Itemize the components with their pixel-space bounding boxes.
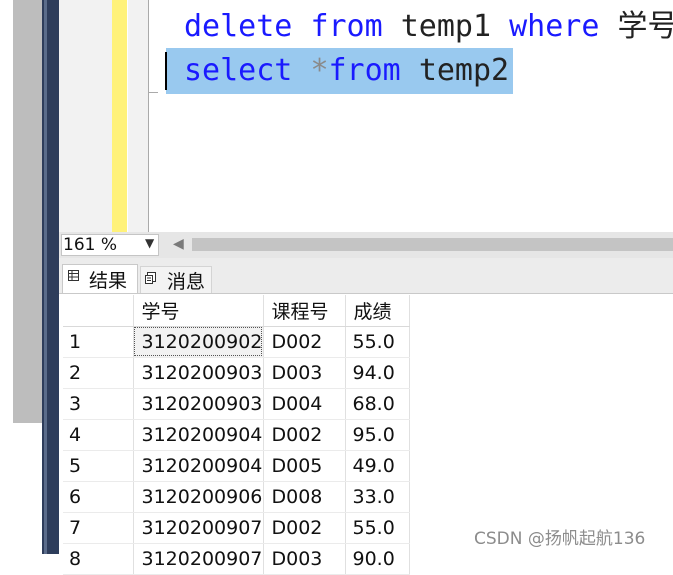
change-tracking-bar — [112, 0, 127, 232]
grid-cell[interactable]: 3120200906 — [133, 481, 263, 512]
grid-cell[interactable]: 3120200904 — [133, 450, 263, 481]
row-header-corner[interactable] — [63, 295, 133, 326]
grid-cell[interactable]: 94.0 — [345, 357, 409, 388]
side-panel-gap — [13, 423, 42, 554]
tab-messages-label: 消息 — [167, 267, 205, 294]
code-outline-tick — [148, 92, 158, 93]
grid-cell[interactable]: 90.0 — [345, 543, 409, 574]
grid-header-row: 学号 课程号 成绩 — [63, 295, 409, 326]
grid-cell[interactable]: 3120200904 — [133, 419, 263, 450]
grid-cell[interactable]: 95.0 — [345, 419, 409, 450]
grid-cell[interactable]: D005 — [263, 450, 345, 481]
grid-cell[interactable]: 3120200903 — [133, 388, 263, 419]
column-name: 学号 — [618, 9, 673, 44]
table-name: temp2 — [419, 53, 509, 88]
keyword-from: from — [310, 9, 382, 44]
code-line-2[interactable]: select *from temp2 — [184, 49, 509, 93]
table-row[interactable]: 6 3120200906 D008 33.0 — [63, 481, 409, 512]
results-grid: 学号 课程号 成绩 1 3120200902 D002 55.0 2 31202… — [63, 295, 410, 575]
grid-cell[interactable]: D003 — [263, 543, 345, 574]
message-icon — [145, 272, 156, 284]
zoom-level: 161 % — [63, 235, 117, 255]
vertical-divider-highlight — [44, 0, 47, 554]
table-row[interactable]: 2 3120200903 D003 94.0 — [63, 357, 409, 388]
grid-cell[interactable]: 49.0 — [345, 450, 409, 481]
text-caret — [165, 52, 167, 90]
horizontal-scrollbar-thumb[interactable] — [192, 238, 673, 251]
column-header-score[interactable]: 成绩 — [345, 295, 409, 326]
grid-cell[interactable]: D008 — [263, 481, 345, 512]
row-number[interactable]: 2 — [63, 357, 133, 388]
side-panel — [13, 0, 42, 423]
tab-results-label: 结果 — [89, 266, 127, 293]
grid-cell[interactable]: D004 — [263, 388, 345, 419]
grid-cell[interactable]: D002 — [263, 419, 345, 450]
row-number[interactable]: 7 — [63, 512, 133, 543]
row-number[interactable]: 5 — [63, 450, 133, 481]
table-row[interactable]: 7 3120200907 D002 55.0 — [63, 512, 409, 543]
table-row[interactable]: 3 3120200903 D004 68.0 — [63, 388, 409, 419]
grid-icon — [68, 270, 79, 281]
table-row[interactable]: 4 3120200904 D002 95.0 — [63, 419, 409, 450]
grid-cell[interactable]: 3120200903 — [133, 357, 263, 388]
code-line-1[interactable]: delete from temp1 where 学号 — [184, 5, 673, 49]
table-row[interactable]: 8 3120200907 D003 90.0 — [63, 543, 409, 574]
grid-cell[interactable]: D002 — [263, 326, 345, 357]
line-number-gutter — [59, 0, 112, 232]
grid-cell[interactable]: 68.0 — [345, 388, 409, 419]
keyword-where: where — [509, 9, 599, 44]
row-number[interactable]: 6 — [63, 481, 133, 512]
row-number[interactable]: 3 — [63, 388, 133, 419]
grid-cell[interactable]: 3120200902 — [133, 326, 263, 357]
column-header-course-id[interactable]: 课程号 — [263, 295, 345, 326]
scroll-left-icon[interactable]: ◀ — [173, 236, 184, 252]
keyword-from: from — [329, 53, 401, 88]
grid-cell[interactable]: D003 — [263, 357, 345, 388]
grid-cell[interactable]: 3120200907 — [133, 512, 263, 543]
table-row[interactable]: 5 3120200904 D005 49.0 — [63, 450, 409, 481]
left-margin — [0, 0, 13, 554]
grid-cell[interactable]: 55.0 — [345, 512, 409, 543]
grid-cell[interactable]: 33.0 — [345, 481, 409, 512]
watermark: CSDN @扬帆起航136 — [472, 524, 647, 549]
table-row[interactable]: 1 3120200902 D002 55.0 — [63, 326, 409, 357]
row-number[interactable]: 1 — [63, 326, 133, 357]
keyword-select: select — [184, 53, 292, 88]
keyword-delete: delete — [184, 9, 292, 44]
table-name: temp1 — [401, 9, 491, 44]
code-outline-line — [148, 0, 149, 232]
row-number[interactable]: 8 — [63, 543, 133, 574]
grid-cell[interactable]: D002 — [263, 512, 345, 543]
grid-cell[interactable]: 55.0 — [345, 326, 409, 357]
outline-margin — [128, 0, 148, 232]
grid-cell[interactable]: 3120200907 — [133, 543, 263, 574]
row-number[interactable]: 4 — [63, 419, 133, 450]
column-header-student-id[interactable]: 学号 — [133, 295, 263, 326]
operator-star: * — [310, 53, 328, 88]
chevron-down-icon[interactable]: ▼ — [145, 236, 154, 250]
